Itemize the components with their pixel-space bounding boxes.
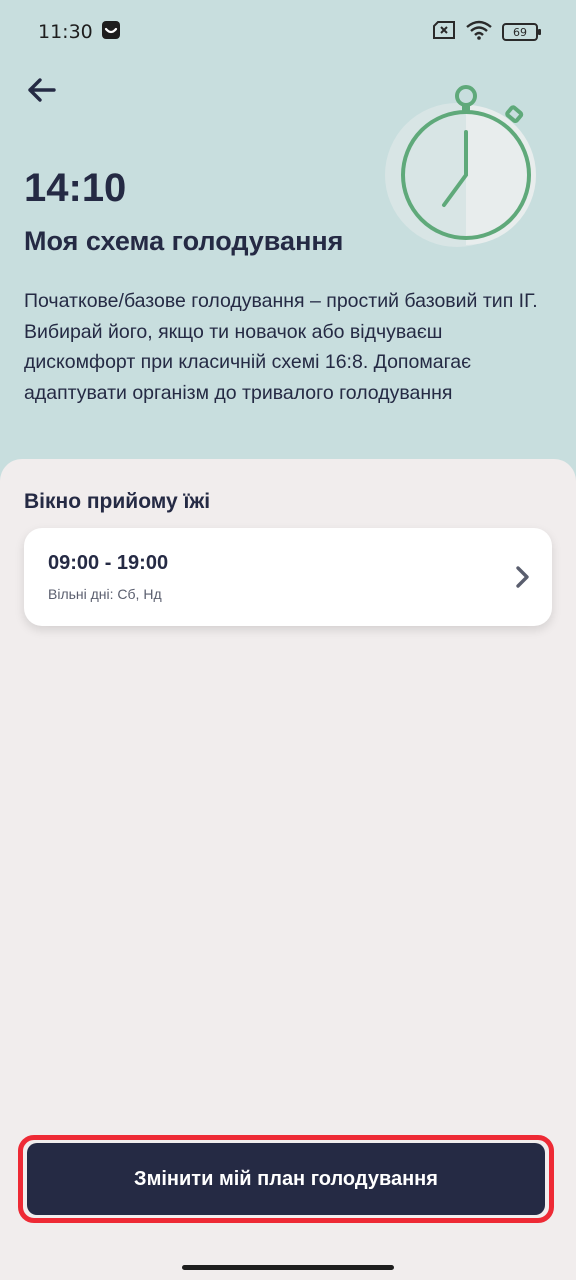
chevron-right-icon	[512, 564, 532, 590]
back-button[interactable]	[20, 70, 64, 110]
battery-level: 69	[513, 25, 527, 39]
battery-icon: 69	[502, 23, 541, 41]
status-left: 11:30	[38, 20, 121, 45]
change-plan-label: Змінити мій план голодування	[134, 1167, 438, 1190]
wifi-icon	[466, 20, 492, 45]
stopwatch-icon	[380, 80, 540, 250]
days-off-label: Вільні дні: Сб, Нд	[48, 586, 162, 602]
no-sim-icon	[432, 20, 456, 45]
meal-window-card[interactable]: 09:00 - 19:00 Вільні дні: Сб, Нд	[24, 528, 552, 626]
change-plan-button[interactable]: Змінити мій план голодування	[27, 1143, 545, 1215]
app-notification-icon	[101, 20, 121, 45]
status-right: 69	[432, 20, 541, 45]
status-bar: 11:30 69	[0, 0, 576, 64]
scheme-description: Початкове/базове голодування – простий б…	[24, 290, 538, 404]
page-title: Моя схема голодування	[24, 226, 344, 256]
home-indicator[interactable]	[182, 1265, 394, 1270]
status-time: 11:30	[38, 21, 93, 43]
arrow-left-icon	[28, 78, 56, 102]
meal-time-range: 09:00 - 19:00	[48, 552, 169, 574]
fasting-time: 14:10	[24, 166, 127, 210]
meal-window-title: Вікно прийому їжі	[24, 490, 211, 513]
